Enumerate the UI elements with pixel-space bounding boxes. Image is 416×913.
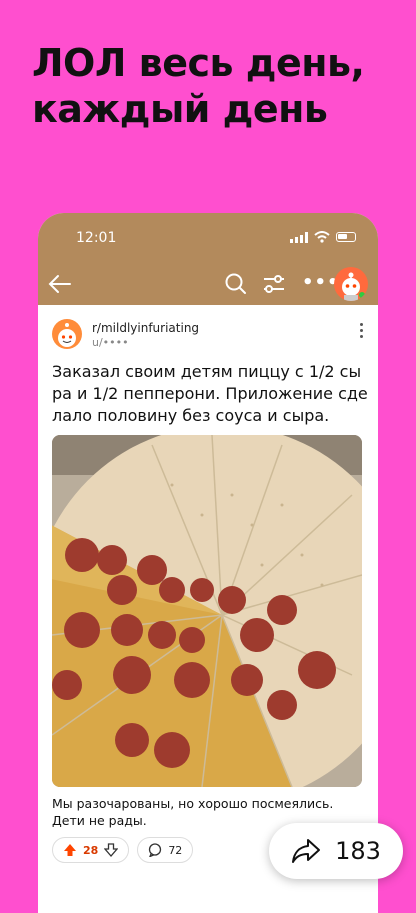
post-title[interactable]: Заказал своим детям пиццу с 1/2 сыра и 1… (52, 361, 368, 427)
post-author[interactable]: u/•••• (92, 336, 129, 349)
post-menu-icon[interactable] (360, 323, 364, 341)
phone-mockup: 12:01 ••• r/mildlyinfuriating u/•••• Зак… (38, 213, 378, 913)
vote-control: 28 (52, 837, 130, 863)
battery-icon (336, 232, 356, 242)
upvote-icon[interactable] (63, 843, 77, 857)
share-count: 183 (335, 837, 381, 865)
wifi-icon (314, 231, 330, 243)
comment-icon (149, 843, 162, 857)
upvote-count: 28 (83, 843, 99, 857)
pizza-photo[interactable] (52, 435, 362, 787)
status-time: 12:01 (76, 230, 117, 246)
share-arrow-icon (292, 839, 321, 863)
app-bar: ••• (38, 263, 378, 305)
post-header: r/mildlyinfuriating u/•••• (38, 305, 378, 349)
sliders-icon[interactable] (262, 273, 286, 295)
signal-icon (290, 231, 308, 243)
downvote-icon[interactable] (104, 843, 119, 857)
user-avatar-icon[interactable] (334, 267, 368, 301)
comment-count: 72 (168, 843, 183, 857)
subreddit-name[interactable]: r/mildlyinfuriating (92, 321, 199, 335)
subreddit-icon[interactable] (52, 319, 82, 349)
share-button[interactable]: 183 (269, 823, 403, 879)
comments-button[interactable]: 72 (137, 837, 194, 863)
back-arrow-icon[interactable] (48, 273, 72, 295)
status-bar: 12:01 (38, 213, 378, 263)
post-actions: 28 72 (52, 837, 194, 863)
headline: ЛОЛ весь день, каждый день (32, 41, 365, 131)
search-icon[interactable] (224, 272, 248, 296)
